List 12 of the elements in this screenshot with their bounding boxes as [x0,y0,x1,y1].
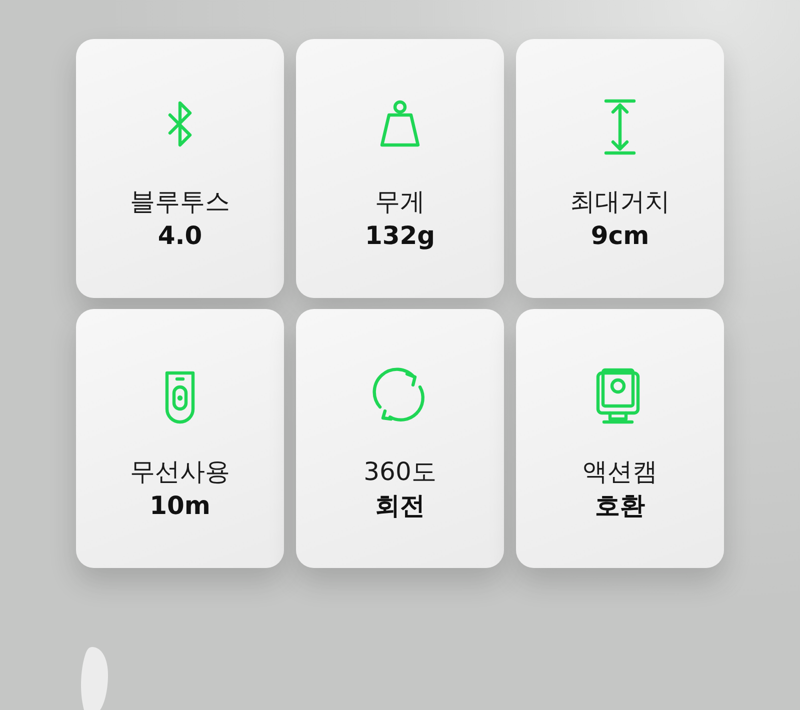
spec-value: 132g [364,220,436,252]
spec-value: 4.0 [158,220,202,252]
spec-value: 10m [150,490,210,522]
spec-label: 360도 [364,456,436,488]
spec-label: 무게 [375,186,425,218]
spec-value: 9cm [590,220,650,252]
spec-value: 회전 [375,490,425,522]
spec-label: 최대거치 [570,186,670,218]
spec-label: 블루투스 [130,186,230,218]
spec-label: 무선사용 [130,456,230,488]
spec-label: 액션캠 [582,456,658,488]
spec-value: 호환 [595,490,645,522]
